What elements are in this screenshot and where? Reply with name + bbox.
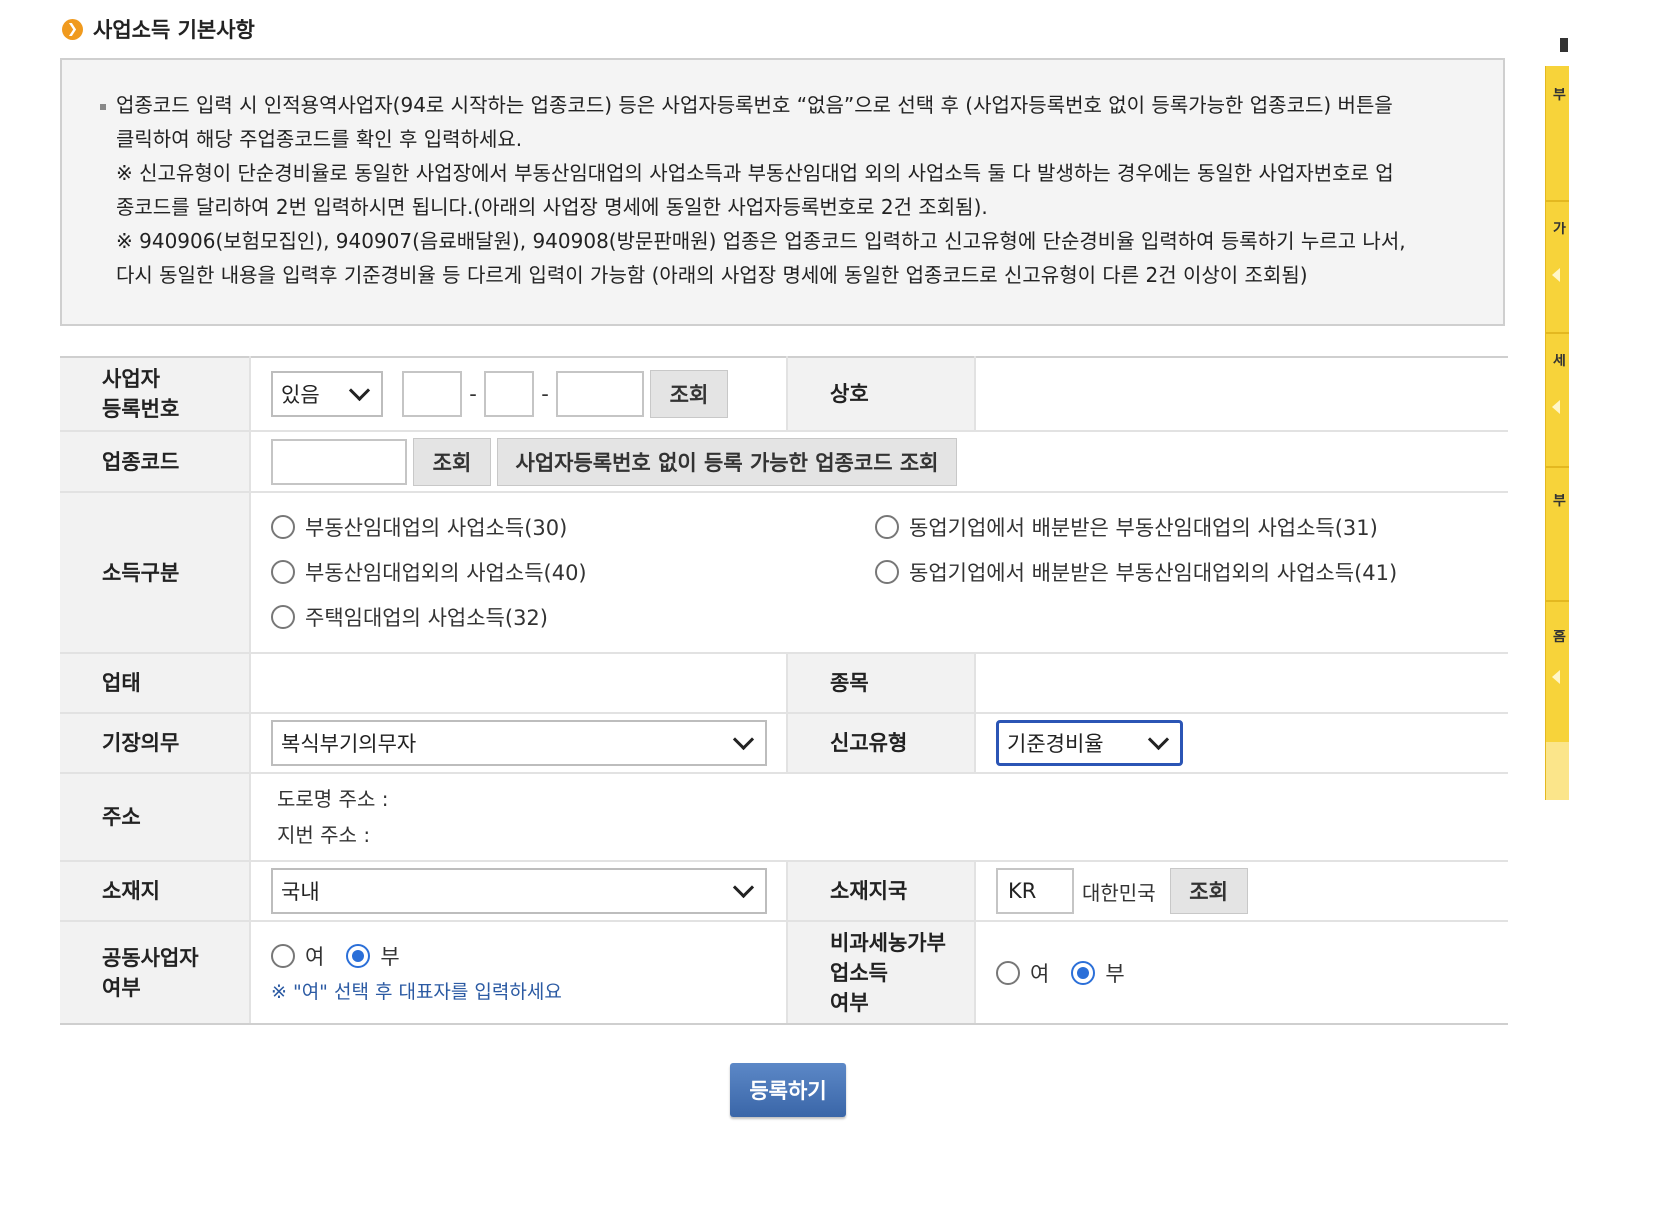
expand-arrow-icon[interactable]: [1552, 400, 1560, 414]
nontax-farm-label: 비과세농가부 업소득 여부: [787, 920, 976, 1025]
company-value: [975, 356, 1508, 432]
radio-button[interactable]: [875, 514, 899, 539]
form-row-location: 소재지 국내 소재지국 KR 대한민국 조회: [60, 860, 1508, 922]
chevron-down-icon: [732, 876, 755, 898]
radio-button[interactable]: [271, 514, 295, 539]
industry-code-label: 업종코드: [60, 430, 251, 493]
item-value: [975, 652, 1508, 714]
sidebar-glyph: 가: [1553, 222, 1566, 236]
bizno-part1-input[interactable]: [402, 371, 462, 417]
notice-line: 다시 동일한 내용을 입력후 기준경비율 등 다르게 입력이 가능함 (아래의 …: [116, 263, 1308, 287]
bullet-icon: [100, 104, 106, 110]
bizno-part3-input[interactable]: [556, 371, 644, 417]
chevron-down-icon: [1147, 728, 1170, 750]
expand-arrow-icon[interactable]: [1552, 268, 1560, 282]
sidebar-glyph: 부: [1553, 494, 1566, 508]
income-type-option-30[interactable]: 부동산임대업의 사업소득(30): [271, 512, 567, 542]
arrow-right-circle-icon: ❯: [62, 18, 83, 40]
joint-no-option[interactable]: 부: [346, 941, 400, 971]
radio-button[interactable]: [271, 604, 295, 629]
business-type-value: [250, 652, 788, 714]
income-type-radio-group: 부동산임대업의 사업소득(30) 동업기업에서 배분받은 부동산임대업의 사업소…: [271, 494, 1508, 652]
edge-glyph: [1560, 38, 1568, 52]
business-income-form: 사업자 등록번호 있음 - - 조회 상호 업종코드 조회 사업자등록번호 없이…: [60, 356, 1508, 1025]
radio-button-selected[interactable]: [346, 944, 371, 968]
nontax-yes-option[interactable]: 여: [996, 958, 1049, 988]
radio-button[interactable]: [271, 559, 295, 584]
bizno-search-button[interactable]: 조회: [650, 370, 728, 418]
report-type-select[interactable]: 기준경비율: [996, 720, 1183, 766]
report-type-label: 신고유형: [787, 712, 976, 774]
radio-button-selected[interactable]: [1071, 960, 1096, 985]
notice-line: 클릭하여 해당 주업종코드를 확인 후 입력하세요.: [116, 127, 523, 151]
expand-arrow-icon[interactable]: [1552, 670, 1560, 684]
item-label: 종목: [787, 652, 976, 714]
income-type-option-40[interactable]: 부동산임대업외의 사업소득(40): [271, 557, 587, 587]
bookkeeping-select[interactable]: 복식부기의무자: [271, 720, 767, 766]
location-select[interactable]: 국내: [271, 868, 767, 914]
quick-menu-sidebar: 부 가 세 부 홈: [1545, 66, 1569, 800]
form-row-bookkeeping: 기장의무 복식부기의무자 신고유형 기준경비율: [60, 712, 1508, 774]
notice-line: ※ 940906(보험모집인), 940907(음료배달원), 940908(방…: [116, 229, 1406, 253]
sidebar-glyph: 홈: [1553, 630, 1566, 644]
income-type-label: 소득구분: [60, 491, 251, 654]
industry-code-input[interactable]: [271, 438, 407, 485]
form-row-business-type: 업태 종목: [60, 652, 1508, 714]
form-row-industry: 업종코드 조회 사업자등록번호 없이 등록 가능한 업종코드 조회: [60, 430, 1508, 493]
road-address: 도로명 주소 :: [277, 787, 389, 811]
notice-line: 종코드를 달리하여 2번 입력하시면 됩니다.(아래의 사업장 명세에 동일한 …: [116, 195, 988, 219]
company-label: 상호: [787, 356, 976, 432]
form-row-address: 주소 도로명 주소 : 지번 주소 :: [60, 772, 1508, 862]
form-row-bizno: 사업자 등록번호 있음 - - 조회 상호: [60, 356, 1508, 432]
country-name: 대한민국: [1082, 880, 1156, 905]
bizno-dash: -: [469, 382, 477, 406]
chevron-down-icon: [348, 379, 371, 401]
form-row-joint: 공동사업자 여부 여 부 ※ "여" 선택 후 대표자를 입력하세요 비과세농가…: [60, 920, 1508, 1025]
location-label: 소재지: [60, 860, 251, 922]
radio-button[interactable]: [271, 944, 295, 968]
notice-box: 업종코드 입력 시 인적용역사업자(94로 시작하는 업종코드) 등은 사업자등…: [60, 58, 1505, 326]
radio-button[interactable]: [996, 960, 1020, 985]
country-code-input[interactable]: KR: [996, 868, 1074, 914]
notice-line: ※ 신고유형이 단순경비율로 동일한 사업장에서 부동산임대업의 사업소득과 부…: [116, 161, 1394, 185]
joint-business-label: 공동사업자 여부: [60, 920, 251, 1025]
country-label: 소재지국: [787, 860, 976, 922]
chevron-down-icon: [732, 728, 755, 750]
section-title-text: 사업소득 기본사항: [93, 18, 255, 42]
income-type-option-41[interactable]: 동업기업에서 배분받은 부동산임대업외의 사업소득(41): [875, 557, 1397, 587]
radio-button[interactable]: [875, 559, 899, 584]
sidebar-glyph: 세: [1553, 354, 1566, 368]
country-search-button[interactable]: 조회: [1169, 868, 1248, 914]
business-type-label: 업태: [60, 652, 251, 714]
industry-code-search-button[interactable]: 조회: [413, 437, 491, 486]
joint-hint: ※ "여" 선택 후 대표자를 입력하세요: [271, 981, 562, 1003]
register-button[interactable]: 등록하기: [730, 1063, 846, 1117]
section-title: ❯ 사업소득 기본사항: [62, 14, 255, 44]
address-label: 주소: [60, 772, 251, 862]
sidebar-glyph: 부: [1553, 88, 1566, 102]
bizno-dash: -: [541, 382, 549, 406]
bookkeeping-label: 기장의무: [60, 712, 251, 774]
form-row-income-type: 소득구분 부동산임대업의 사업소득(30) 동업기업에서 배분받은 부동산임대업…: [60, 491, 1508, 654]
nontax-no-option[interactable]: 부: [1071, 958, 1125, 988]
bizno-label: 사업자 등록번호: [60, 356, 251, 432]
income-type-option-31[interactable]: 동업기업에서 배분받은 부동산임대업의 사업소득(31): [875, 512, 1378, 542]
income-type-option-32[interactable]: 주택임대업의 사업소득(32): [271, 602, 548, 632]
bizno-part2-input[interactable]: [484, 371, 534, 417]
lot-address: 지번 주소 :: [277, 823, 371, 847]
notice-line: 업종코드 입력 시 인적용역사업자(94로 시작하는 업종코드) 등은 사업자등…: [116, 93, 1393, 117]
joint-yes-option[interactable]: 여: [271, 941, 324, 971]
no-bizno-industry-search-button[interactable]: 사업자등록번호 없이 등록 가능한 업종코드 조회: [497, 437, 957, 486]
bizno-exist-select[interactable]: 있음: [271, 371, 383, 417]
